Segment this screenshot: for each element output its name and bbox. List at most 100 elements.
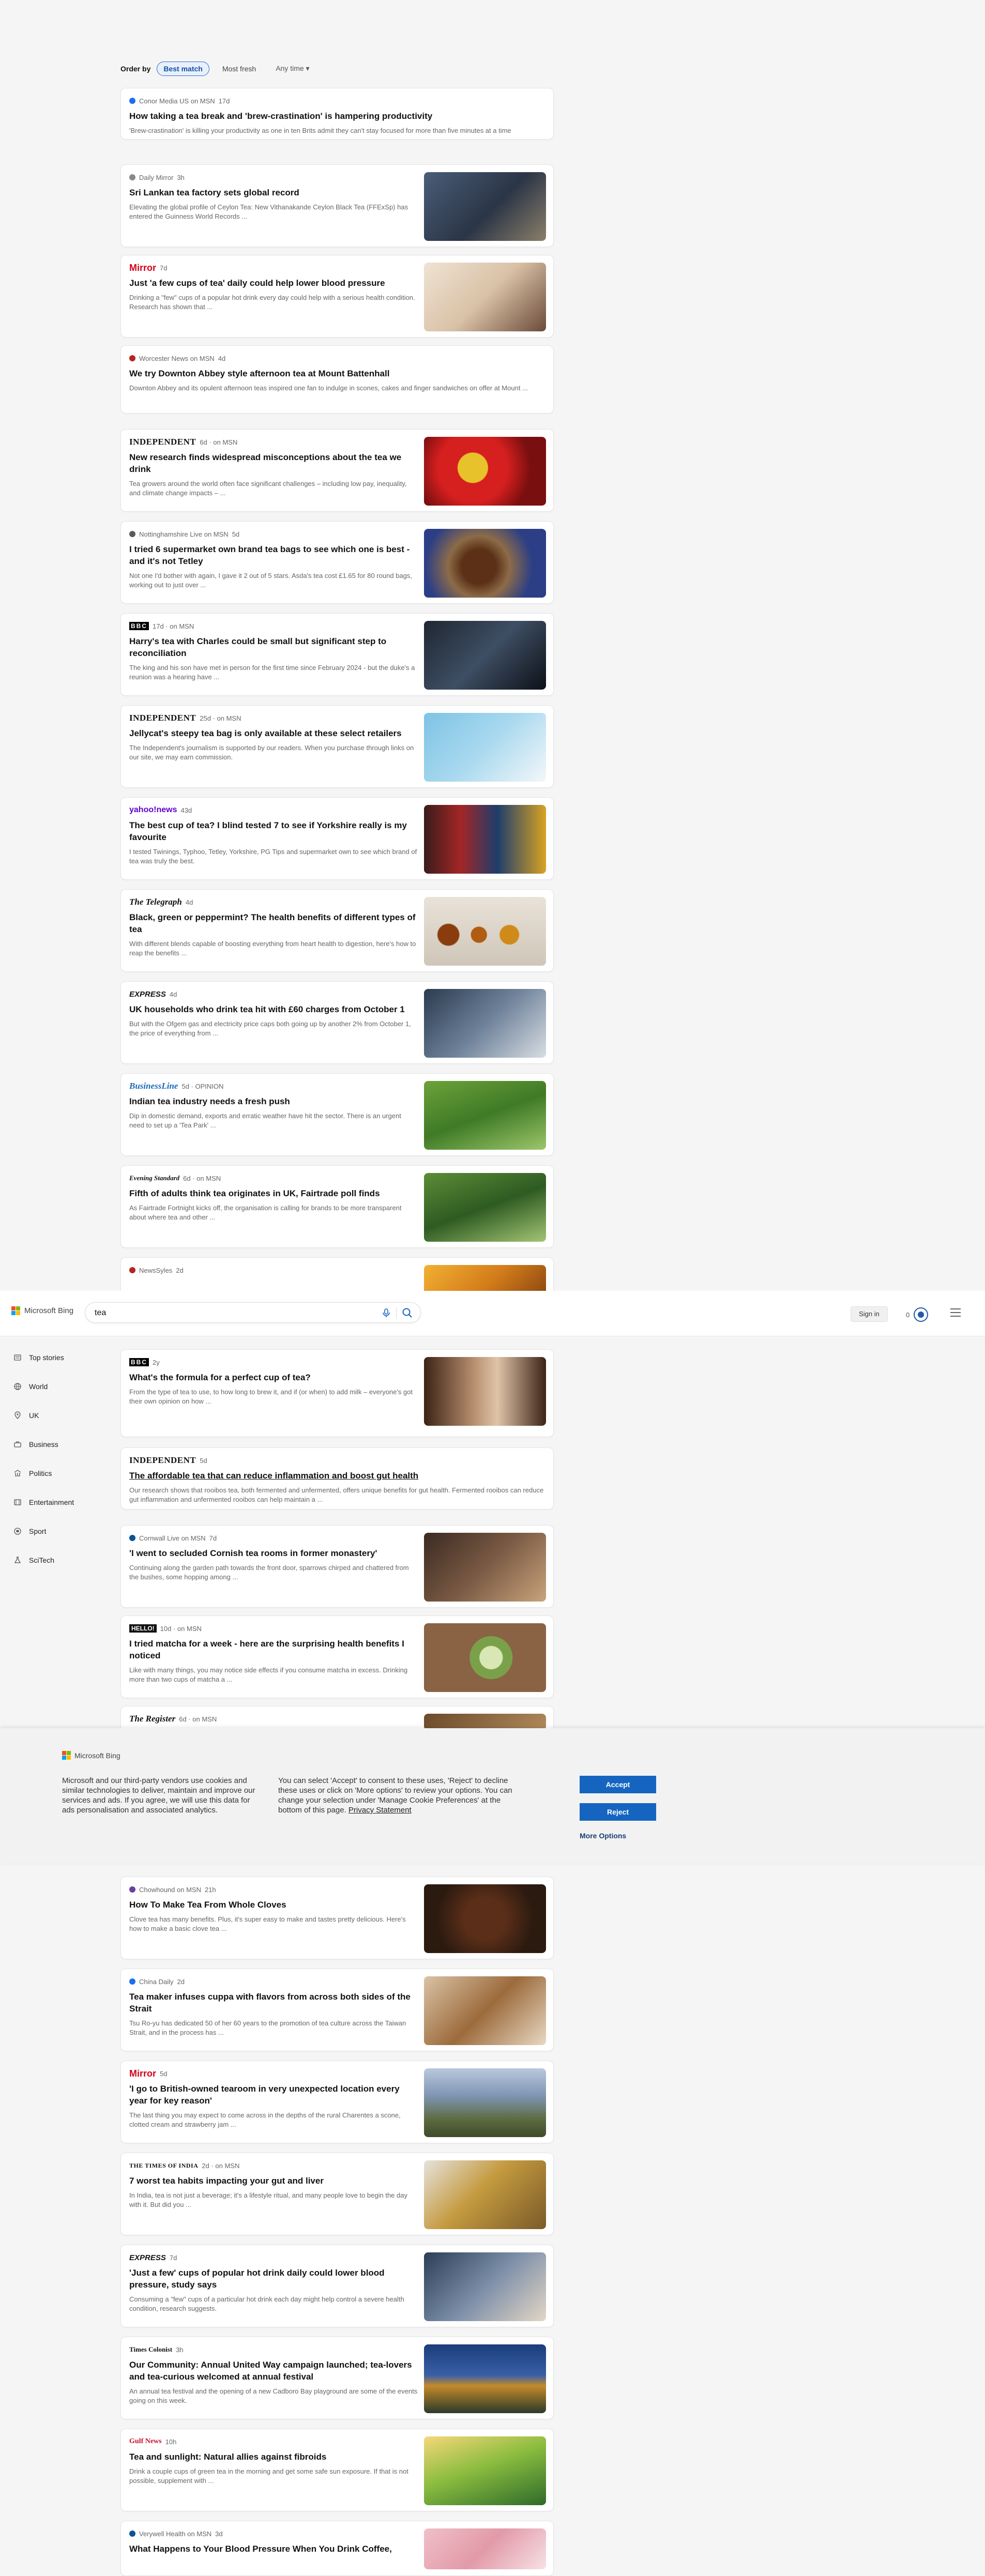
news-card[interactable]: Chowhound on MSN 21h How To Make Tea From …: [120, 1877, 554, 1959]
nav-item-top-stories[interactable]: Top stories: [13, 1350, 64, 1365]
time-filter-dropdown[interactable]: Any time ▾: [269, 61, 316, 76]
news-headline[interactable]: Fifth of adults think tea originates in …: [129, 1187, 418, 1199]
news-card[interactable]: Verywell Health on MSN 3d What Happens to …: [120, 2521, 554, 2576]
news-thumbnail[interactable]: [424, 1081, 546, 1150]
rewards-button[interactable]: 0: [906, 1307, 929, 1322]
news-source[interactable]: THE TIMES OF INDIA: [129, 2162, 198, 2170]
news-thumbnail[interactable]: [424, 805, 546, 874]
news-headline[interactable]: New research finds widespread misconcept…: [129, 451, 418, 475]
news-headline[interactable]: UK households who drink tea hit with £60…: [129, 1003, 418, 1015]
privacy-statement-link[interactable]: Privacy Statement: [348, 1806, 412, 1815]
news-headline[interactable]: The affordable tea that can reduce infla…: [129, 1470, 545, 1482]
news-card[interactable]: Mirror 7d Just 'a few cups of tea' daily c…: [120, 255, 554, 338]
news-card[interactable]: THE TIMES OF INDIA 2d · on MSN 7 worst tea…: [120, 2153, 554, 2235]
news-card[interactable]: INDEPENDENT 25d · on MSN Jellycat's steepy…: [120, 705, 554, 788]
microphone-icon[interactable]: [380, 1307, 392, 1319]
news-headline[interactable]: Just 'a few cups of tea' daily could hel…: [129, 277, 418, 289]
news-source[interactable]: EXPRESS: [129, 2253, 166, 2262]
reject-button[interactable]: Reject: [580, 1803, 656, 1821]
news-thumbnail[interactable]: [424, 437, 546, 506]
news-headline[interactable]: 'I go to British-owned tearoom in very u…: [129, 2083, 418, 2107]
nav-item-uk[interactable]: UK: [13, 1408, 39, 1423]
news-source[interactable]: HELLO!: [129, 1624, 157, 1633]
news-headline[interactable]: Indian tea industry needs a fresh push: [129, 1095, 418, 1107]
news-thumbnail[interactable]: [424, 897, 546, 966]
news-headline[interactable]: Our Community: Annual United Way campaig…: [129, 2359, 418, 2383]
news-card[interactable]: BusinessLine 5d · OPINION Indian tea indus…: [120, 1073, 554, 1156]
news-source[interactable]: BusinessLine: [129, 1081, 178, 1091]
news-thumbnail[interactable]: [424, 2068, 546, 2137]
search-input[interactable]: [95, 1307, 369, 1319]
news-card[interactable]: Mirror 5d 'I go to British-owned tearoom i…: [120, 2061, 554, 2143]
news-source[interactable]: Conor Media US on MSN: [139, 97, 215, 105]
news-thumbnail[interactable]: [424, 2528, 546, 2569]
news-headline[interactable]: The best cup of tea? I blind tested 7 to…: [129, 819, 418, 843]
news-card[interactable]: The Telegraph 4d Black, green or peppermin…: [120, 889, 554, 972]
bing-brand[interactable]: Microsoft Bing: [11, 1306, 73, 1315]
news-source[interactable]: Gulf News: [129, 2437, 162, 2446]
news-card[interactable]: BBC 2y What's the formula for a perfect cu…: [120, 1349, 554, 1437]
news-thumbnail[interactable]: [424, 263, 546, 331]
news-thumbnail[interactable]: [424, 1623, 546, 1692]
news-thumbnail[interactable]: [424, 1173, 546, 1242]
sort-most-fresh[interactable]: Most fresh: [216, 62, 263, 76]
news-headline[interactable]: What's the formula for a perfect cup of …: [129, 1371, 418, 1383]
news-headline[interactable]: 'I went to secluded Cornish tea rooms in…: [129, 1547, 418, 1559]
news-source[interactable]: yahoo!news: [129, 805, 177, 815]
news-source[interactable]: BBC: [129, 1358, 149, 1366]
news-card[interactable]: EXPRESS 4d UK households who drink tea hit…: [120, 981, 554, 1064]
news-source[interactable]: Times Colonist: [129, 2345, 172, 2354]
news-card[interactable]: Gulf News 10h Tea and sunlight: Natural al…: [120, 2429, 554, 2511]
news-headline[interactable]: How To Make Tea From Whole Cloves: [129, 1899, 418, 1911]
sign-in-button[interactable]: Sign in: [851, 1306, 888, 1322]
news-source[interactable]: Chowhound on MSN: [139, 1886, 201, 1894]
news-source[interactable]: INDEPENDENT: [129, 1455, 196, 1466]
news-card[interactable]: Evening Standard 6d · on MSN Fifth of adul…: [120, 1165, 554, 1248]
news-source[interactable]: Mirror: [129, 2068, 156, 2079]
news-headline[interactable]: Harry's tea with Charles could be small …: [129, 635, 418, 659]
news-headline[interactable]: We try Downton Abbey style afternoon tea…: [129, 368, 545, 379]
news-source[interactable]: The Register: [129, 1714, 175, 1724]
news-source[interactable]: Worcester News on MSN: [139, 355, 215, 362]
news-thumbnail[interactable]: [424, 1533, 546, 1602]
news-card[interactable]: Nottinghamshire Live on MSN 5d I tried 6 s…: [120, 521, 554, 604]
news-thumbnail[interactable]: [424, 1357, 546, 1426]
news-thumbnail[interactable]: [424, 713, 546, 782]
news-headline[interactable]: How taking a tea break and 'brew-crastin…: [129, 110, 545, 122]
news-source[interactable]: INDEPENDENT: [129, 437, 196, 447]
news-thumbnail[interactable]: [424, 621, 546, 690]
news-headline[interactable]: Sri Lankan tea factory sets global recor…: [129, 187, 418, 199]
news-source[interactable]: NewsSyles: [139, 1267, 172, 1274]
nav-item-entertainment[interactable]: Entertainment: [13, 1495, 74, 1510]
news-source[interactable]: Mirror: [129, 263, 156, 273]
sort-best-match[interactable]: Best match: [157, 61, 209, 76]
news-card[interactable]: INDEPENDENT 6d · on MSN New research finds…: [120, 429, 554, 512]
news-thumbnail[interactable]: [424, 172, 546, 241]
news-thumbnail[interactable]: [424, 1884, 546, 1953]
news-card[interactable]: Worcester News on MSN 4d We try Downton Ab…: [120, 345, 554, 414]
menu-icon[interactable]: [950, 1308, 961, 1317]
news-card[interactable]: yahoo!news 43d The best cup of tea? I blin…: [120, 797, 554, 880]
news-headline[interactable]: 'Just a few' cups of popular hot drink d…: [129, 2267, 418, 2291]
nav-item-scitech[interactable]: SciTech: [13, 1552, 54, 1568]
news-card[interactable]: EXPRESS 7d 'Just a few' cups of popular ho…: [120, 2245, 554, 2327]
news-source[interactable]: The Telegraph: [129, 897, 182, 907]
news-source[interactable]: Daily Mirror: [139, 174, 173, 181]
news-source[interactable]: BBC: [129, 622, 149, 630]
news-card[interactable]: BBC 17d · on MSN Harry's tea with Charles …: [120, 613, 554, 696]
news-card[interactable]: Times Colonist 3h Our Community: Annual Un…: [120, 2337, 554, 2419]
news-thumbnail[interactable]: [424, 2344, 546, 2413]
news-card[interactable]: INDEPENDENT 5d The affordable tea that can…: [120, 1447, 554, 1510]
news-source[interactable]: EXPRESS: [129, 990, 166, 999]
news-source[interactable]: Nottinghamshire Live on MSN: [139, 530, 229, 538]
news-thumbnail[interactable]: [424, 2436, 546, 2505]
news-headline[interactable]: 7 worst tea habits impacting your gut an…: [129, 2175, 418, 2187]
news-source[interactable]: Verywell Health on MSN: [139, 2530, 211, 2538]
news-card[interactable]: Cornwall Live on MSN 7d 'I went to seclude…: [120, 1525, 554, 1608]
news-thumbnail[interactable]: [424, 989, 546, 1058]
news-headline[interactable]: Tea maker infuses cuppa with flavors fro…: [129, 1991, 418, 2015]
news-source[interactable]: China Daily: [139, 1978, 173, 1986]
nav-item-world[interactable]: World: [13, 1379, 48, 1394]
news-headline[interactable]: Jellycat's steepy tea bag is only availa…: [129, 727, 418, 739]
news-source[interactable]: Cornwall Live on MSN: [139, 1534, 206, 1542]
